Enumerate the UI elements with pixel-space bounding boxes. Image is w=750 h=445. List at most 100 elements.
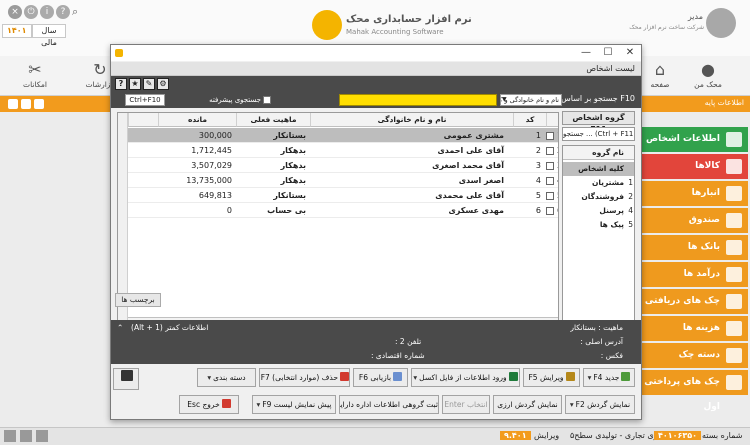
cell-balance: 649,813 — [198, 191, 232, 200]
power-icon[interactable]: ⏻ — [24, 5, 38, 19]
grid-view-icon[interactable] — [21, 99, 31, 109]
maximize-icon[interactable]: ☐ — [597, 45, 619, 61]
tools-icon[interactable]: ✎ — [143, 78, 155, 90]
group-register-button[interactable]: ثبت گروهی اطلاعات اداره دارایی — [339, 395, 439, 414]
side-menu-goods[interactable]: کالاها — [640, 154, 748, 179]
fax-label[interactable]: فکس : — [601, 351, 623, 360]
table-row[interactable]: 300,000 بستانکار مشتری عمومی 1 1 — [128, 128, 558, 143]
delete-button[interactable]: حذف (موارد انتخابی) F7▾ — [259, 368, 350, 387]
row-checkbox[interactable] — [546, 177, 554, 185]
group-item-label: فروشندگان — [581, 192, 624, 201]
row-number: 4 — [557, 173, 558, 188]
help-icon[interactable]: ? — [115, 78, 127, 90]
group-list: نام گروه کلیه اشخاص 1 مشتریان 2 فروشندگان 4 پر… — [562, 145, 635, 333]
group-item[interactable]: 1 مشتریان — [563, 176, 634, 190]
side-menu-paid-cheques[interactable]: چک های پرداختی اول — [640, 370, 748, 412]
edit-button[interactable]: ویرایش F5 — [523, 368, 580, 387]
col-header-nature[interactable]: ماهیت فعلی — [236, 113, 310, 127]
refresh-button[interactable]: بازیابی F6 — [353, 368, 408, 387]
toggle-details-icon[interactable]: ⌃ — [117, 323, 123, 332]
table-row[interactable]: 3,507,029 بدهکار آقای محمد اصغری 3 3 — [128, 158, 558, 173]
side-menu-banks[interactable]: بانک ها — [640, 235, 748, 260]
table-row[interactable]: 0 بی حساب مهدی عسکری 6 6 — [128, 203, 558, 218]
show-currency-turnover-button[interactable]: نمایش گردش ارزی — [493, 395, 562, 414]
exit-button[interactable]: خروج Esc — [179, 395, 239, 414]
edit-icon — [565, 372, 575, 381]
address-label[interactable]: آدرس اصلی : — [580, 337, 623, 346]
side-menu-warehouses[interactable]: انبارها — [640, 181, 748, 206]
cheque-icon — [726, 294, 742, 309]
info-icon[interactable]: i — [40, 5, 54, 19]
star-icon[interactable]: ★ — [129, 78, 141, 90]
group-item[interactable]: 4 پرسنل — [563, 204, 634, 218]
col-header-balance[interactable]: مانده — [158, 113, 236, 127]
group-search-input[interactable]: جستجو ... (Ctrl + F11) — [562, 127, 635, 141]
search-input[interactable] — [339, 94, 497, 106]
row-checkbox[interactable] — [546, 147, 554, 155]
row-checkbox[interactable] — [546, 132, 554, 140]
dialog-titlebar[interactable]: — ☐ ✕ — [111, 45, 641, 61]
toolbar-features[interactable]: ✂ امکانات — [15, 60, 55, 89]
col-header-name[interactable]: نام و نام خانوادگی — [310, 113, 513, 127]
row-number: 3 — [557, 158, 558, 173]
group-item[interactable]: 5 پیک ها — [563, 218, 634, 232]
gear-icon[interactable]: ⚙ — [157, 78, 169, 90]
new-button[interactable]: جدید F4▾ — [583, 368, 635, 387]
table-row[interactable]: 1,712,445 بدهکار آقای علی احمدی 2 2 — [128, 143, 558, 158]
side-menu-chequebook[interactable]: دسته چک — [640, 343, 748, 368]
user-avatar[interactable] — [706, 8, 736, 38]
close-circle-icon[interactable]: × — [8, 5, 22, 19]
less-info-button[interactable]: اطلاعات کمتر (Alt + 1) — [131, 323, 208, 332]
list-view-icon[interactable] — [8, 99, 18, 109]
group-item[interactable]: 2 فروشندگان — [563, 190, 634, 204]
group-item-number: 5 — [628, 220, 633, 229]
tools-icon: ✂ — [28, 60, 42, 79]
side-menu-expenses[interactable]: هزینه ها — [640, 316, 748, 341]
user-subtitle: شرکت ساخت نرم افزار محک — [629, 24, 704, 31]
phone-label[interactable]: تلفن 2 : — [395, 337, 421, 346]
search-icon[interactable]: ⌕ — [72, 5, 78, 19]
row-checkbox[interactable] — [546, 162, 554, 170]
group-item[interactable]: کلیه اشخاص — [563, 162, 634, 176]
minimize-icon[interactable]: — — [575, 45, 597, 61]
categorize-button[interactable]: دسته بندی▾ — [197, 368, 256, 387]
close-icon[interactable]: ✕ — [619, 45, 641, 61]
side-menu-persons[interactable]: اطلاعات اشخاص — [640, 127, 748, 152]
select-enter-button[interactable]: انتخاب Enter — [442, 395, 490, 414]
search-bar: F10 جستجو بر اساس : ▼ نام و نام خانوادگی … — [111, 92, 641, 108]
help-icon[interactable]: ? — [56, 5, 70, 19]
row-checkbox[interactable] — [546, 192, 554, 200]
col-header-code[interactable]: کد — [513, 113, 546, 127]
row-number: 1 — [557, 128, 558, 143]
tile-view-icon[interactable] — [34, 99, 44, 109]
ctrl-f10-button[interactable]: Ctrl+F10 — [125, 94, 165, 106]
import-excel-button[interactable]: ورود اطلاعات از فایل اکسل▾ — [411, 368, 520, 387]
side-menu-incomes[interactable]: درآمد ها — [640, 262, 748, 287]
toolbar-mahak-me[interactable]: ● محک من — [688, 60, 728, 89]
cell-name: مهدی عسکری — [448, 206, 504, 215]
dialog-header: لیست اشخاص — [111, 62, 641, 76]
toolbar-page[interactable]: ⌂ صفحه — [640, 60, 680, 89]
print-preview-button[interactable]: پیش نمایش لیست F9▾ — [252, 395, 336, 414]
person-groups-button[interactable]: گروه اشخاص F11 — [562, 111, 635, 134]
cell-name: آقای محمد اصغری — [432, 161, 504, 170]
persons-table: مانده ماهیت فعلی نام و نام خانوادگی کد 3… — [117, 112, 559, 332]
table-row[interactable]: 649,813 بستانکار آقای علی محمدی 5 5 — [128, 188, 558, 203]
table-row[interactable]: 13,735,000 بدهکار اصغر اسدی 4 4 — [128, 173, 558, 188]
col-header-select[interactable] — [546, 113, 558, 127]
persons-icon — [726, 132, 742, 147]
advanced-search-toggle[interactable]: جستجوی پیشرفته — [201, 94, 271, 106]
search-field-select[interactable]: ▼ نام و نام خانوادگی و کد — [500, 94, 562, 106]
labels-button[interactable]: برچسب ها — [115, 293, 161, 307]
dialog-title: لیست اشخاص — [586, 64, 635, 73]
cashbox-icon — [726, 213, 742, 228]
cell-balance: 300,000 — [198, 131, 232, 140]
print-button[interactable] — [113, 368, 139, 390]
row-checkbox[interactable] — [546, 207, 554, 215]
side-menu-received-cheques[interactable]: چک های دریافتی اول — [640, 289, 748, 331]
fiscal-year-value[interactable]: ۱۴۰۱ — [2, 24, 32, 38]
advanced-search-checkbox[interactable] — [263, 96, 271, 104]
show-turnover-button[interactable]: نمایش گردش F2▾ — [565, 395, 635, 414]
side-menu-cashbox[interactable]: صندوق — [640, 208, 748, 233]
economic-code-label[interactable]: شماره اقتصادی : — [371, 351, 425, 360]
